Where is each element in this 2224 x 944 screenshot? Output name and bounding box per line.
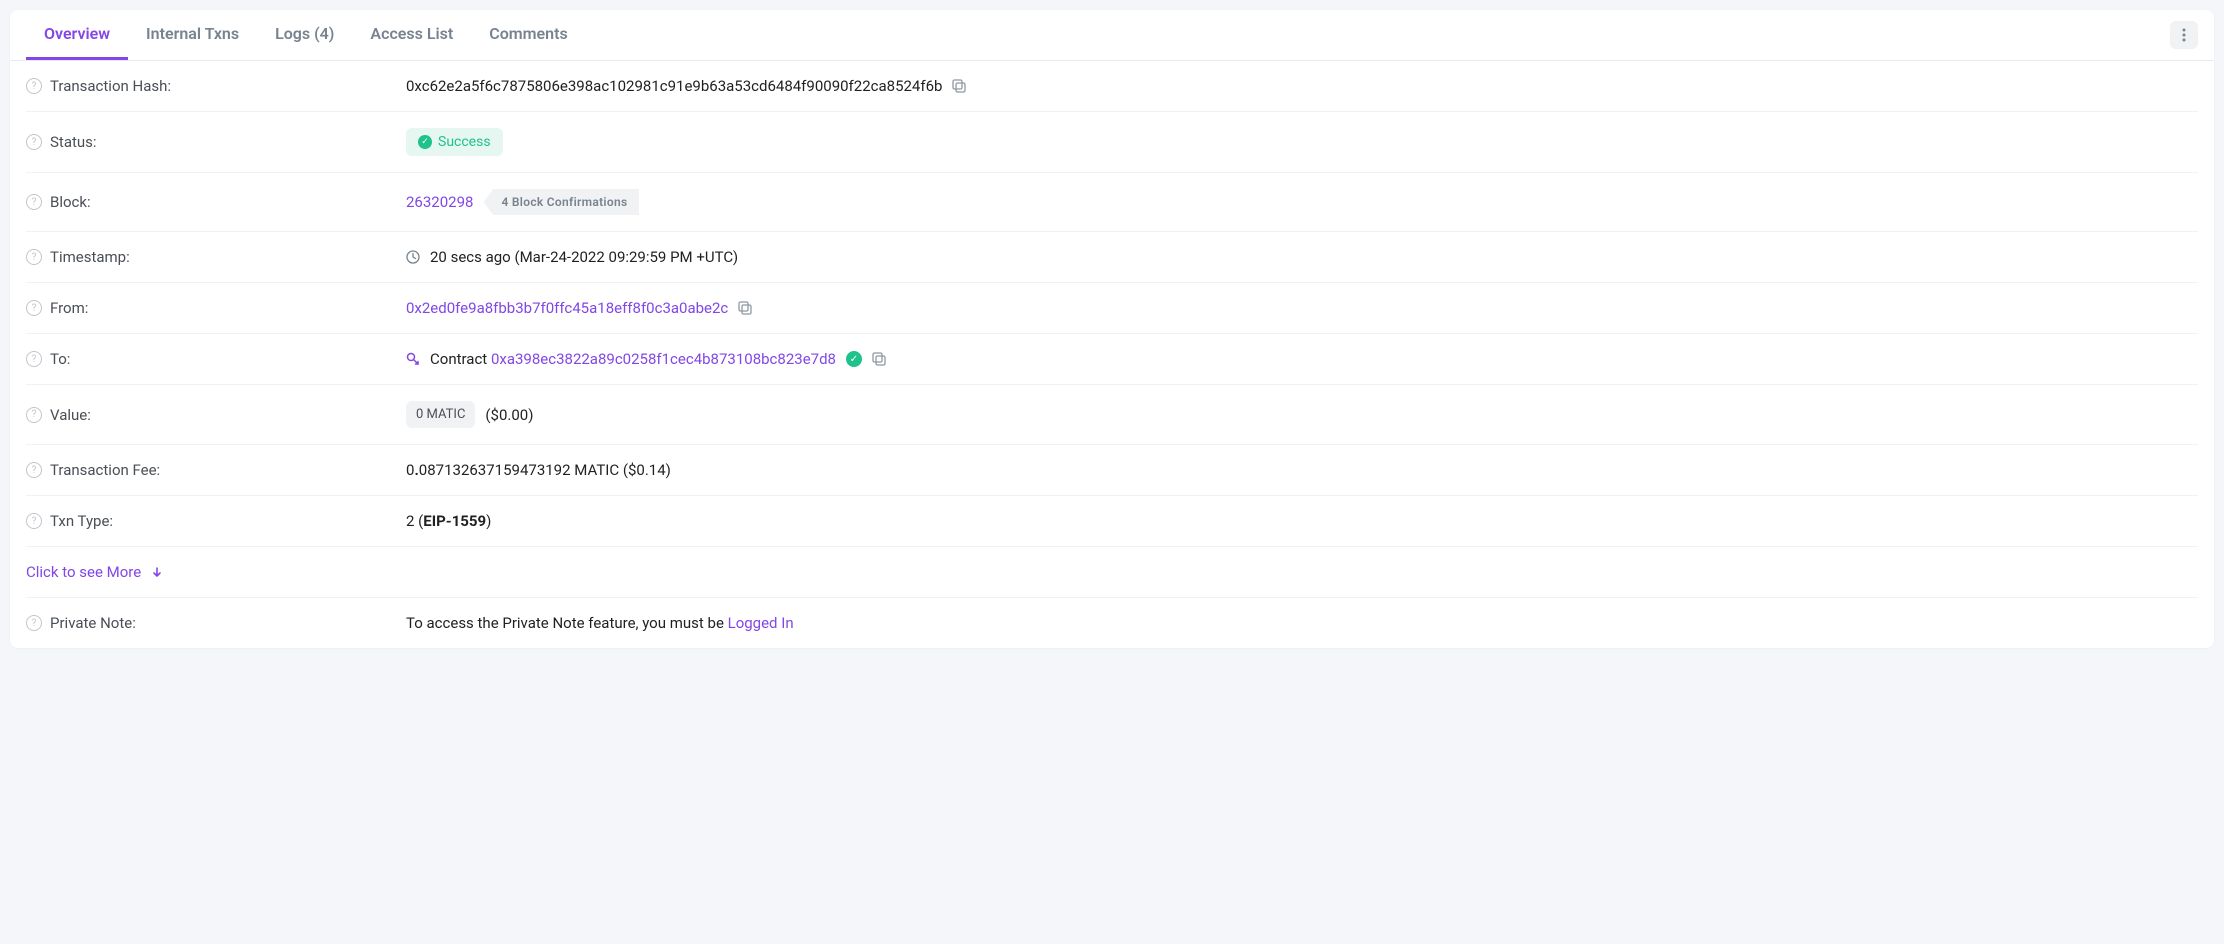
copy-icon[interactable] <box>952 79 966 93</box>
row-status: ? Status: ✓ Success <box>26 112 2198 173</box>
row-from: ? From: 0x2ed0fe9a8fbb3b7f0ffc45a18eff8f… <box>26 283 2198 334</box>
row-private-note: ? Private Note: To access the Private No… <box>26 598 2198 648</box>
label-txhash: Transaction Hash: <box>50 77 171 95</box>
help-icon[interactable]: ? <box>26 78 42 94</box>
tab-access-list[interactable]: Access List <box>352 10 471 60</box>
row-block: ? Block: 26320298 4 Block Confirmations <box>26 173 2198 232</box>
to-prefix: Contract <box>430 350 487 368</box>
help-icon[interactable]: ? <box>26 194 42 210</box>
label-timestamp: Timestamp: <box>50 248 130 266</box>
row-timestamp: ? Timestamp: 20 secs ago (Mar-24-2022 09… <box>26 232 2198 283</box>
value-fee: 0.087132637159473192 MATIC ($0.14) <box>406 461 671 479</box>
value-txhash: 0xc62e2a5f6c7875806e398ac102981c91e9b63a… <box>406 77 942 95</box>
tabs-bar: Overview Internal Txns Logs (4) Access L… <box>10 10 2214 61</box>
help-icon[interactable]: ? <box>26 134 42 150</box>
details-rows: ? Transaction Hash: 0xc62e2a5f6c7875806e… <box>10 61 2214 648</box>
confirmations-badge: 4 Block Confirmations <box>483 189 639 215</box>
transaction-card: Overview Internal Txns Logs (4) Access L… <box>10 10 2214 648</box>
check-circle-icon: ✓ <box>418 135 432 149</box>
block-link[interactable]: 26320298 <box>406 193 473 211</box>
clock-icon <box>406 250 420 264</box>
help-icon[interactable]: ? <box>26 615 42 631</box>
see-more-link[interactable]: Click to see More <box>26 563 163 581</box>
copy-icon[interactable] <box>738 301 752 315</box>
value-txtype: 2 (EIP-1559) <box>406 512 491 530</box>
help-icon[interactable]: ? <box>26 462 42 478</box>
private-note-text: To access the Private Note feature, you … <box>406 614 794 632</box>
value-badge: 0 MATIC <box>406 401 475 428</box>
label-from: From: <box>50 299 88 317</box>
tab-comments[interactable]: Comments <box>471 10 585 60</box>
label-value: Value: <box>50 406 91 424</box>
verified-icon: ✓ <box>846 351 862 367</box>
help-icon[interactable]: ? <box>26 513 42 529</box>
from-address-link[interactable]: 0x2ed0fe9a8fbb3b7f0ffc45a18eff8f0c3a0abe… <box>406 299 728 317</box>
row-value: ? Value: 0 MATIC ($0.00) <box>26 385 2198 445</box>
label-fee: Transaction Fee: <box>50 461 160 479</box>
see-more-section: Click to see More <box>26 547 2198 598</box>
help-icon[interactable]: ? <box>26 249 42 265</box>
value-usd: ($0.00) <box>485 406 533 424</box>
row-fee: ? Transaction Fee: 0.087132637159473192 … <box>26 445 2198 496</box>
dots-vertical-icon <box>2182 28 2186 42</box>
label-private: Private Note: <box>50 614 136 632</box>
see-more-text: Click to see More <box>26 563 141 581</box>
tab-overview[interactable]: Overview <box>26 10 128 60</box>
help-icon[interactable]: ? <box>26 407 42 423</box>
row-to: ? To: Contract 0xa398ec3822a89c0258f1cec… <box>26 334 2198 385</box>
more-options-button[interactable] <box>2170 21 2198 49</box>
status-badge: ✓ Success <box>406 128 503 156</box>
tab-logs[interactable]: Logs (4) <box>257 10 352 60</box>
value-timestamp: 20 secs ago (Mar-24-2022 09:29:59 PM +UT… <box>430 248 738 266</box>
contract-icon <box>406 352 420 366</box>
status-text: Success <box>438 134 491 150</box>
row-txhash: ? Transaction Hash: 0xc62e2a5f6c7875806e… <box>26 61 2198 112</box>
label-txtype: Txn Type: <box>50 512 113 530</box>
to-address-link[interactable]: 0xa398ec3822a89c0258f1cec4b873108bc823e7… <box>491 350 836 368</box>
label-to: To: <box>50 350 70 368</box>
label-block: Block: <box>50 193 91 211</box>
help-icon[interactable]: ? <box>26 351 42 367</box>
copy-icon[interactable] <box>872 352 886 366</box>
help-icon[interactable]: ? <box>26 300 42 316</box>
logged-in-link[interactable]: Logged In <box>728 614 794 632</box>
tab-internal-txns[interactable]: Internal Txns <box>128 10 257 60</box>
row-txtype: ? Txn Type: 2 (EIP-1559) <box>26 496 2198 547</box>
arrow-down-icon <box>151 566 163 578</box>
label-status: Status: <box>50 133 97 151</box>
